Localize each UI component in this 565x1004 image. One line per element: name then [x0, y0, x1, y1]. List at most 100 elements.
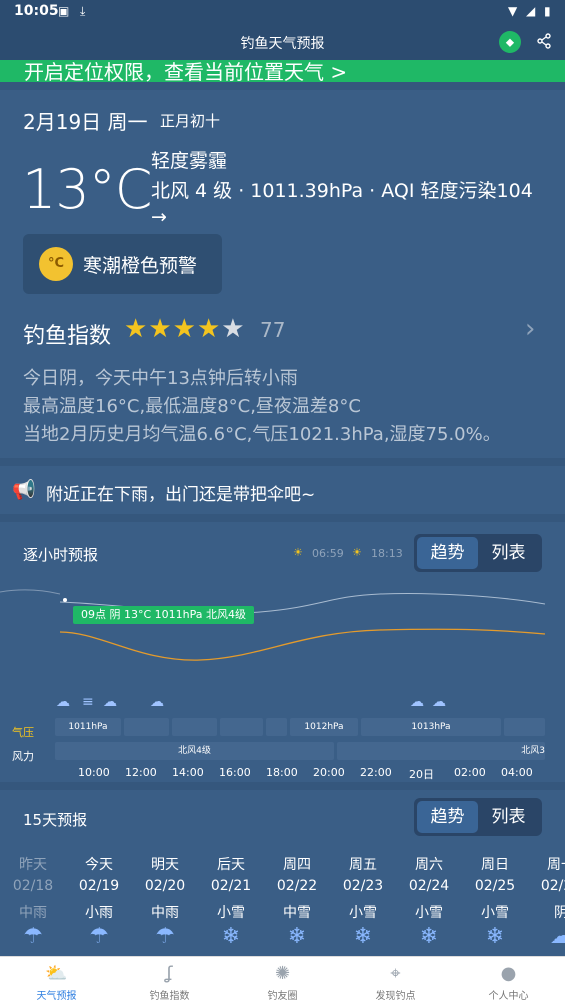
hourly-tooltip: 09点 阴 13°C 1011hPa 北风4级	[73, 606, 255, 624]
weather-details[interactable]: 北风 4 级 · 1011.39hPa · AQI 轻度污染104	[151, 176, 533, 203]
nav-profile[interactable]: ● 个人中心	[452, 957, 565, 1004]
wind-row-label: 风力	[12, 750, 34, 763]
daily-day-label: 昨天	[19, 857, 47, 873]
hour-tick: 04:00	[501, 766, 533, 779]
daily-title: 15天预报	[23, 811, 88, 829]
daily-day-label: 周五	[349, 857, 377, 873]
hour-tick: 12:00	[125, 766, 157, 779]
hour-tick: 20:00	[313, 766, 345, 779]
fishing-score: 77	[260, 318, 286, 342]
daily-date: 02/24	[408, 878, 450, 894]
nav-discover-spots[interactable]: ⌖ 发现钓点	[339, 957, 452, 1004]
daily-list-tab[interactable]: 列表	[478, 801, 539, 833]
pressure-segment: 1011hPa	[55, 718, 121, 736]
details-arrow-icon[interactable]: →	[151, 206, 167, 228]
sunset-time: 18:13	[371, 547, 403, 560]
nav-fishing-index[interactable]: ʆ 钓鱼指数	[113, 957, 226, 1004]
wifi-icon: ▼	[508, 4, 518, 18]
daily-date: 02/21	[210, 878, 252, 894]
weather-condition: 轻度雾霾	[151, 150, 228, 172]
hourly-title: 逐小时预报	[23, 546, 99, 564]
nav-community[interactable]: ✺ 钓友圈	[226, 957, 339, 1004]
daily-day-label: 周四	[283, 857, 311, 873]
daily-condition: 中雨	[19, 905, 47, 921]
pressure-segment: 1012hPa	[290, 718, 358, 736]
hourly-view-toggle: 趋势 列表	[414, 534, 542, 572]
daily-date: 02/20	[144, 878, 186, 894]
daily-forecast-section: 15天预报 趋势 列表 昨天 02/18 中雨 ☂ 今天 02/19 小雨 ☂ 明天 02/20 中…	[0, 790, 565, 956]
hour-tick: 18:00	[266, 766, 298, 779]
daily-trend-tab[interactable]: 趋势	[417, 801, 478, 833]
daily-weather-icon: ❄	[287, 924, 307, 949]
hourly-trend-chart[interactable]	[0, 582, 565, 682]
nav-label: 发现钓点	[375, 991, 416, 1002]
cloud-rain-icon: ☁	[56, 694, 70, 710]
pressure-segment	[172, 718, 217, 736]
daily-date: 02/22	[276, 878, 318, 894]
download-icon: ⤓	[80, 4, 86, 18]
hourly-list-tab[interactable]: 列表	[478, 537, 539, 569]
daily-weather-icon: ❄	[419, 924, 439, 949]
fishing-index-card[interactable]: 钓鱼指数 ★★★★★ 77 › 今日阴，今天中午13点钟后转小雨 最高温度16°…	[0, 296, 565, 458]
banner-text: 开启定位权限，查看当前位置天气 >	[24, 60, 348, 82]
wind-segment: 北风4级	[55, 742, 334, 760]
daily-day-label: 周日	[481, 857, 509, 873]
daily-weather-icon: ❄	[485, 924, 505, 949]
daily-date: 02/26	[540, 878, 565, 894]
aperture-icon: ✺	[274, 963, 291, 984]
status-bar: 10:05 ▣ ⤓ ▼ ◢ ▮	[0, 0, 565, 24]
sunrise-time: 06:59	[312, 547, 344, 560]
battery-icon: ▮	[544, 4, 551, 18]
daily-day-label: 后天	[217, 857, 245, 873]
current-temperature: 13°C	[22, 158, 152, 221]
page-title: 钓鱼天气预报	[240, 36, 325, 52]
wind-segment: 北风3	[337, 742, 545, 760]
location-permission-banner[interactable]: 开启定位权限，查看当前位置天气 >	[0, 60, 565, 82]
pressure-segment	[220, 718, 263, 736]
daily-weather-icon: ❄	[221, 924, 241, 949]
hour-tick: 02:00	[454, 766, 486, 779]
rain-icon: ☁	[150, 694, 164, 710]
nav-label: 钓友圈	[267, 991, 298, 1002]
rain-icon: ☁	[410, 694, 424, 710]
nav-label: 天气预报	[36, 991, 77, 1002]
hourly-trend-tab[interactable]: 趋势	[417, 537, 478, 569]
alert-label: 寒潮橙色预警	[83, 255, 198, 277]
daily-condition: 小雪	[415, 905, 443, 921]
nav-weather[interactable]: ⛅ 天气预报	[0, 957, 113, 1004]
daily-condition: 中雪	[283, 905, 311, 921]
sunset-icon: ☀	[352, 546, 362, 559]
pressure-row-label: 气压	[12, 726, 34, 739]
star-filled-icon: ★	[172, 314, 197, 344]
nav-label: 钓鱼指数	[149, 991, 190, 1002]
hour-tick: 20日	[409, 768, 434, 781]
daily-date: 02/23	[342, 878, 384, 894]
chevron-right-icon[interactable]: ›	[525, 314, 535, 344]
rain-icon: ☁	[432, 694, 446, 710]
cold-wave-alert-icon: °C	[39, 247, 73, 281]
daily-weather-icon: ☁	[550, 924, 565, 949]
location-pin-icon: ⌖	[390, 963, 401, 984]
daily-condition: 阴	[554, 905, 565, 921]
lunar-date: 正月初十	[160, 112, 221, 130]
app-bar: 钓鱼天气预报 ⬥	[0, 24, 565, 60]
daily-condition: 小雪	[481, 905, 509, 921]
daily-weather-icon: ☂	[89, 924, 109, 949]
today-card: 2月19日 周一 正月初十 13°C 轻度雾霾 北风 4 级 · 1011.39…	[0, 90, 565, 296]
megaphone-icon: 📢	[12, 479, 36, 501]
bottom-navigation: ⛅ 天气预报 ʆ 钓鱼指数 ✺ 钓友圈 ⌖ 发现钓点 ● 个人中心	[0, 956, 565, 1004]
pressure-segment	[124, 718, 169, 736]
daily-weather-icon: ☂	[155, 924, 175, 949]
fog-icon: ≡	[82, 694, 94, 710]
star-empty-icon: ★	[221, 314, 246, 344]
signal-icon: ◢	[526, 4, 536, 18]
sunrise-icon: ☀	[293, 546, 303, 559]
navigation-icon[interactable]: ⬥	[499, 31, 521, 53]
cloud-icon: ☁	[103, 694, 117, 710]
hour-tick: 10:00	[78, 766, 110, 779]
hourly-forecast-section: 逐小时预报 ☀ 06:59 ☀ 18:13 趋势 列表 09点 阴 13°C 1…	[0, 522, 565, 782]
share-icon[interactable]	[536, 33, 552, 49]
rain-notice[interactable]: 📢 附近正在下雨，出门还是带把伞吧~	[0, 466, 565, 514]
star-filled-icon: ★	[124, 314, 149, 344]
weather-alert-button[interactable]: °C 寒潮橙色预警	[23, 234, 222, 294]
